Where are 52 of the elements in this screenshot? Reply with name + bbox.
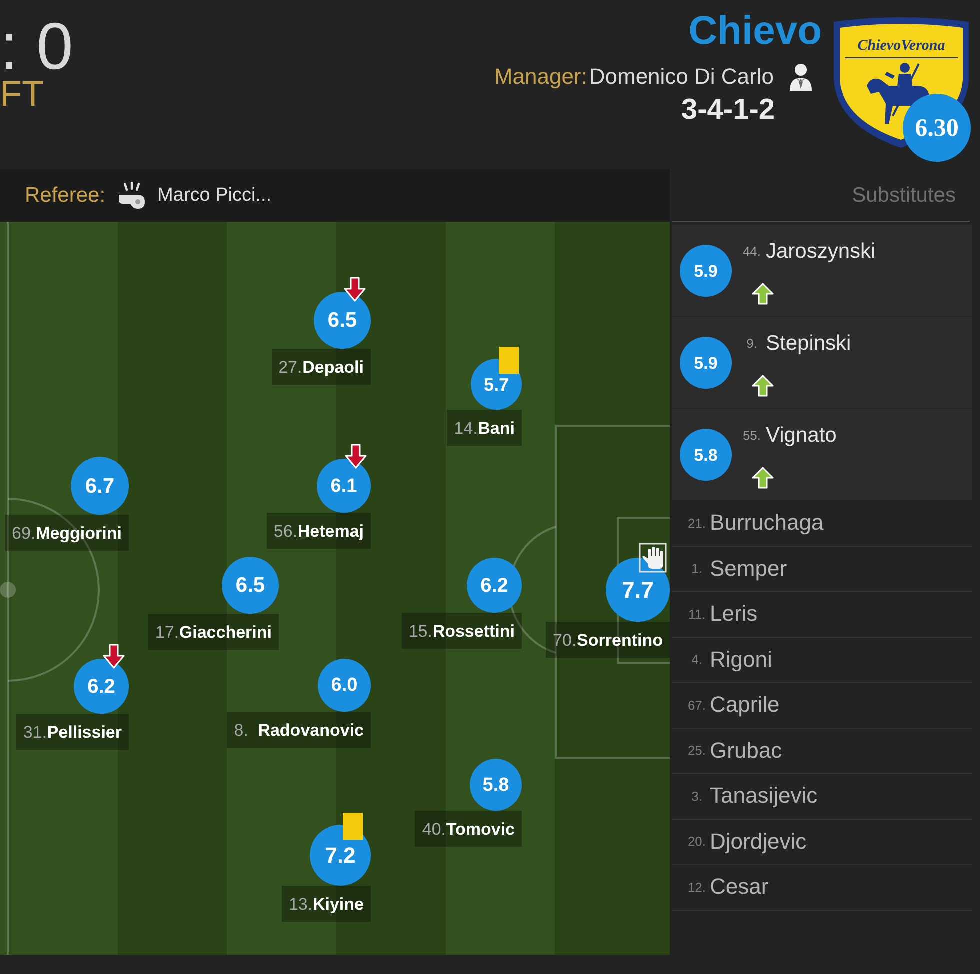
shirt-number: 3.: [690, 790, 704, 803]
person-icon: [789, 63, 813, 91]
substitutes-heading: Substitutes: [852, 184, 956, 206]
referee-name: Marco Picci...: [158, 186, 272, 205]
player-label: 13.Kiyine: [282, 886, 371, 922]
shirt-number: 20.: [686, 835, 708, 848]
player-label: 31.Pellissier: [16, 714, 129, 750]
player-label: 17.Giaccherini: [148, 614, 279, 650]
referee-label: Referee:: [25, 185, 106, 206]
shirt-number: 21.: [686, 516, 708, 530]
team-rating: 6.30: [903, 94, 971, 162]
player-label: 70.Sorrentino: [546, 622, 670, 658]
player-label: 8. Radovanovic: [227, 712, 371, 748]
crest-text: ChievoVerona: [856, 39, 946, 54]
player-name: Vignato: [766, 424, 837, 446]
shirt-number: 44.: [742, 244, 762, 258]
shirt-number: 1.: [690, 562, 704, 576]
player-label: 56.Hetemaj: [266, 513, 371, 549]
whistle-icon: [116, 182, 146, 210]
rating-badge: 5.9: [680, 245, 732, 297]
rating-badge: 5.9: [680, 337, 732, 389]
player-name: Djordjevic: [710, 830, 807, 853]
player-name: Leris: [710, 603, 758, 626]
player-label: 15.Rossettini: [402, 613, 522, 649]
formation: 3-4-1-2: [682, 96, 775, 125]
shirt-number: 9.: [746, 336, 758, 350]
shirt-number: 55.: [742, 428, 762, 442]
center-spot: [0, 582, 16, 598]
match-status: FT: [0, 76, 44, 112]
shirt-number: 4.: [690, 653, 704, 666]
player-label: 14.Bani: [447, 410, 522, 446]
player-name: Caprile: [710, 694, 780, 716]
player-name: Stepinski: [766, 332, 852, 354]
shirt-number: 25.: [686, 744, 708, 758]
score: : 0: [0, 13, 74, 79]
player-name: Grubac: [710, 740, 782, 762]
player-name: Jaroszynski: [766, 240, 876, 262]
player-name: Tanasijevic: [710, 785, 818, 808]
manager-name: Domenico Di Carlo: [589, 66, 774, 88]
player-name: Burruchaga: [710, 512, 824, 534]
shirt-number: 67.: [686, 698, 708, 712]
player-label: 27.Depaoli: [272, 349, 371, 385]
team-name: Chievo: [688, 11, 822, 51]
shirt-number: 12.: [686, 880, 708, 894]
player-name: Cesar: [710, 876, 769, 898]
player-label: 69.Meggiorini: [5, 515, 129, 551]
rating-badge: 5.8: [680, 429, 732, 481]
player-name: Rigoni: [710, 648, 772, 671]
player-name: Semper: [710, 558, 788, 580]
player-label: 40.Tomovic: [415, 811, 522, 847]
shirt-number: 11.: [687, 608, 707, 621]
manager-label: Manager:: [494, 66, 588, 88]
